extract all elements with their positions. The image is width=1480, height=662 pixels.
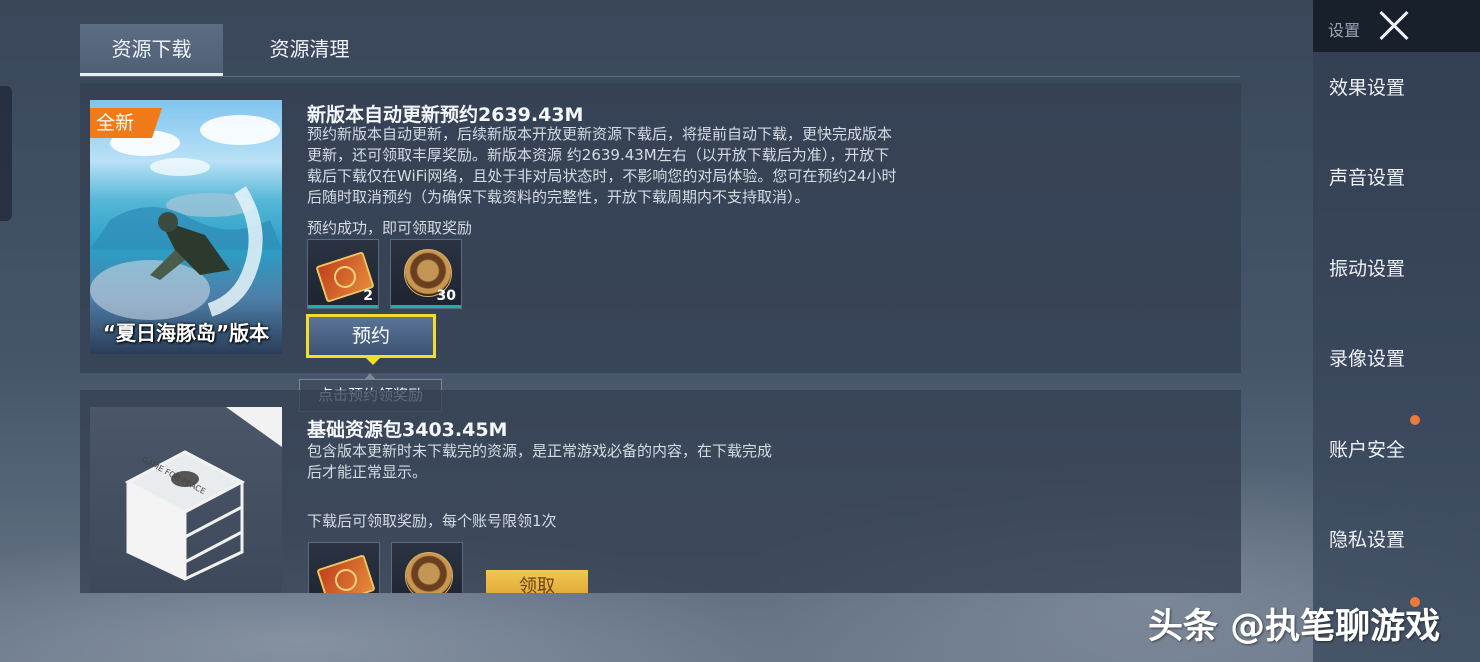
description-line: 载后下载仅在WiFi网络，且处于非对局状态时，不影响您的对局体验。您可在预约24… <box>307 167 897 185</box>
reward-rarity-bar <box>308 305 378 308</box>
version-caption: “夏日海豚岛”版本 <box>102 321 270 345</box>
new-badge: 全新 <box>90 108 162 138</box>
auto-update-card: 全新 “夏日海豚岛”版本 新版本自动更新预约2639.43M 预约新版本自动更新… <box>80 83 1241 373</box>
reserve-button[interactable]: 预约 <box>306 314 436 365</box>
medal-icon <box>405 552 453 593</box>
auto-update-description: 预约新版本自动更新，后续新版本开放更新资源下载后，将提前自动下载，更快完成版本 … <box>307 124 967 208</box>
description-line: 后随时取消预约（为确保下载资料的完整性，开放下载周期内不支持取消）。 <box>307 188 810 206</box>
sidebar-item-recording[interactable]: 录像设置 <box>1329 344 1405 371</box>
skydiver-illustration <box>90 186 282 320</box>
reward-slot[interactable] <box>391 542 463 593</box>
sidebar-item-effects[interactable]: 效果设置 <box>1329 73 1405 100</box>
sidebar-item-account-security[interactable]: 账户安全 <box>1329 435 1405 462</box>
close-icon[interactable] <box>1377 8 1411 42</box>
tab-resource-cleanup[interactable]: 资源清理 <box>242 24 377 76</box>
tab-resource-download[interactable]: 资源下载 <box>80 24 223 76</box>
claim-button[interactable]: 领取 <box>486 570 588 593</box>
description-line: 更新，还可领取丰厚奖励。新版本资源 约2639.43M左右（以开放下载后为准），… <box>307 146 890 164</box>
download-reward-note: 下载后可领取奖励，每个账号限领1次 <box>307 512 557 530</box>
reward-quantity: 2 <box>363 288 373 304</box>
reward-rarity-bar <box>391 305 461 308</box>
sidebar-header: 设置 <box>1313 0 1480 52</box>
watermark-text: 头条 @执笔聊游戏 <box>1148 607 1441 647</box>
reward-quantity: 30 <box>436 288 456 304</box>
resource-tabs: 资源下载 资源清理 <box>80 24 1240 77</box>
sidebar-header-label: 设置 <box>1328 21 1361 40</box>
auto-update-title: 新版本自动更新预约2639.43M <box>307 104 584 126</box>
reward-slot[interactable]: 2 <box>307 239 379 309</box>
left-edge-handle[interactable] <box>0 86 12 221</box>
base-resource-card: GAME FOR PEACE 基础资源包3403.45M 包含版本更新时未下载完… <box>80 390 1241 593</box>
settings-sidebar: 设置 效果设置 声音设置 振动设置 录像设置 账户安全 隐私设置 <box>1313 0 1480 662</box>
description-line: 后才能正常显示。 <box>307 463 428 481</box>
version-banner-image: 全新 “夏日海豚岛”版本 <box>90 100 282 354</box>
reward-slot[interactable]: 30 <box>390 239 462 309</box>
base-resource-description: 包含版本更新时未下载完的资源，是正常游戏必备的内容，在下载完成 后才能正常显示。 <box>307 441 967 483</box>
sidebar-item-sound[interactable]: 声音设置 <box>1329 163 1405 190</box>
description-line: 预约新版本自动更新，后续新版本开放更新资源下载后，将提前自动下载，更快完成版本 <box>307 125 893 143</box>
notification-dot <box>1410 415 1420 425</box>
resource-box-image: GAME FOR PEACE <box>90 407 282 593</box>
resource-box-icon <box>124 450 246 581</box>
sidebar-item-privacy[interactable]: 隐私设置 <box>1329 525 1405 552</box>
base-resource-title: 基础资源包3403.45M <box>307 419 508 441</box>
ticket-icon <box>316 554 376 593</box>
reserve-reward-note: 预约成功，即可领取奖励 <box>307 219 473 237</box>
sidebar-item-vibration[interactable]: 振动设置 <box>1329 254 1405 281</box>
description-line: 包含版本更新时未下载完的资源，是正常游戏必备的内容，在下载完成 <box>307 442 773 460</box>
reward-slot[interactable] <box>308 542 380 593</box>
